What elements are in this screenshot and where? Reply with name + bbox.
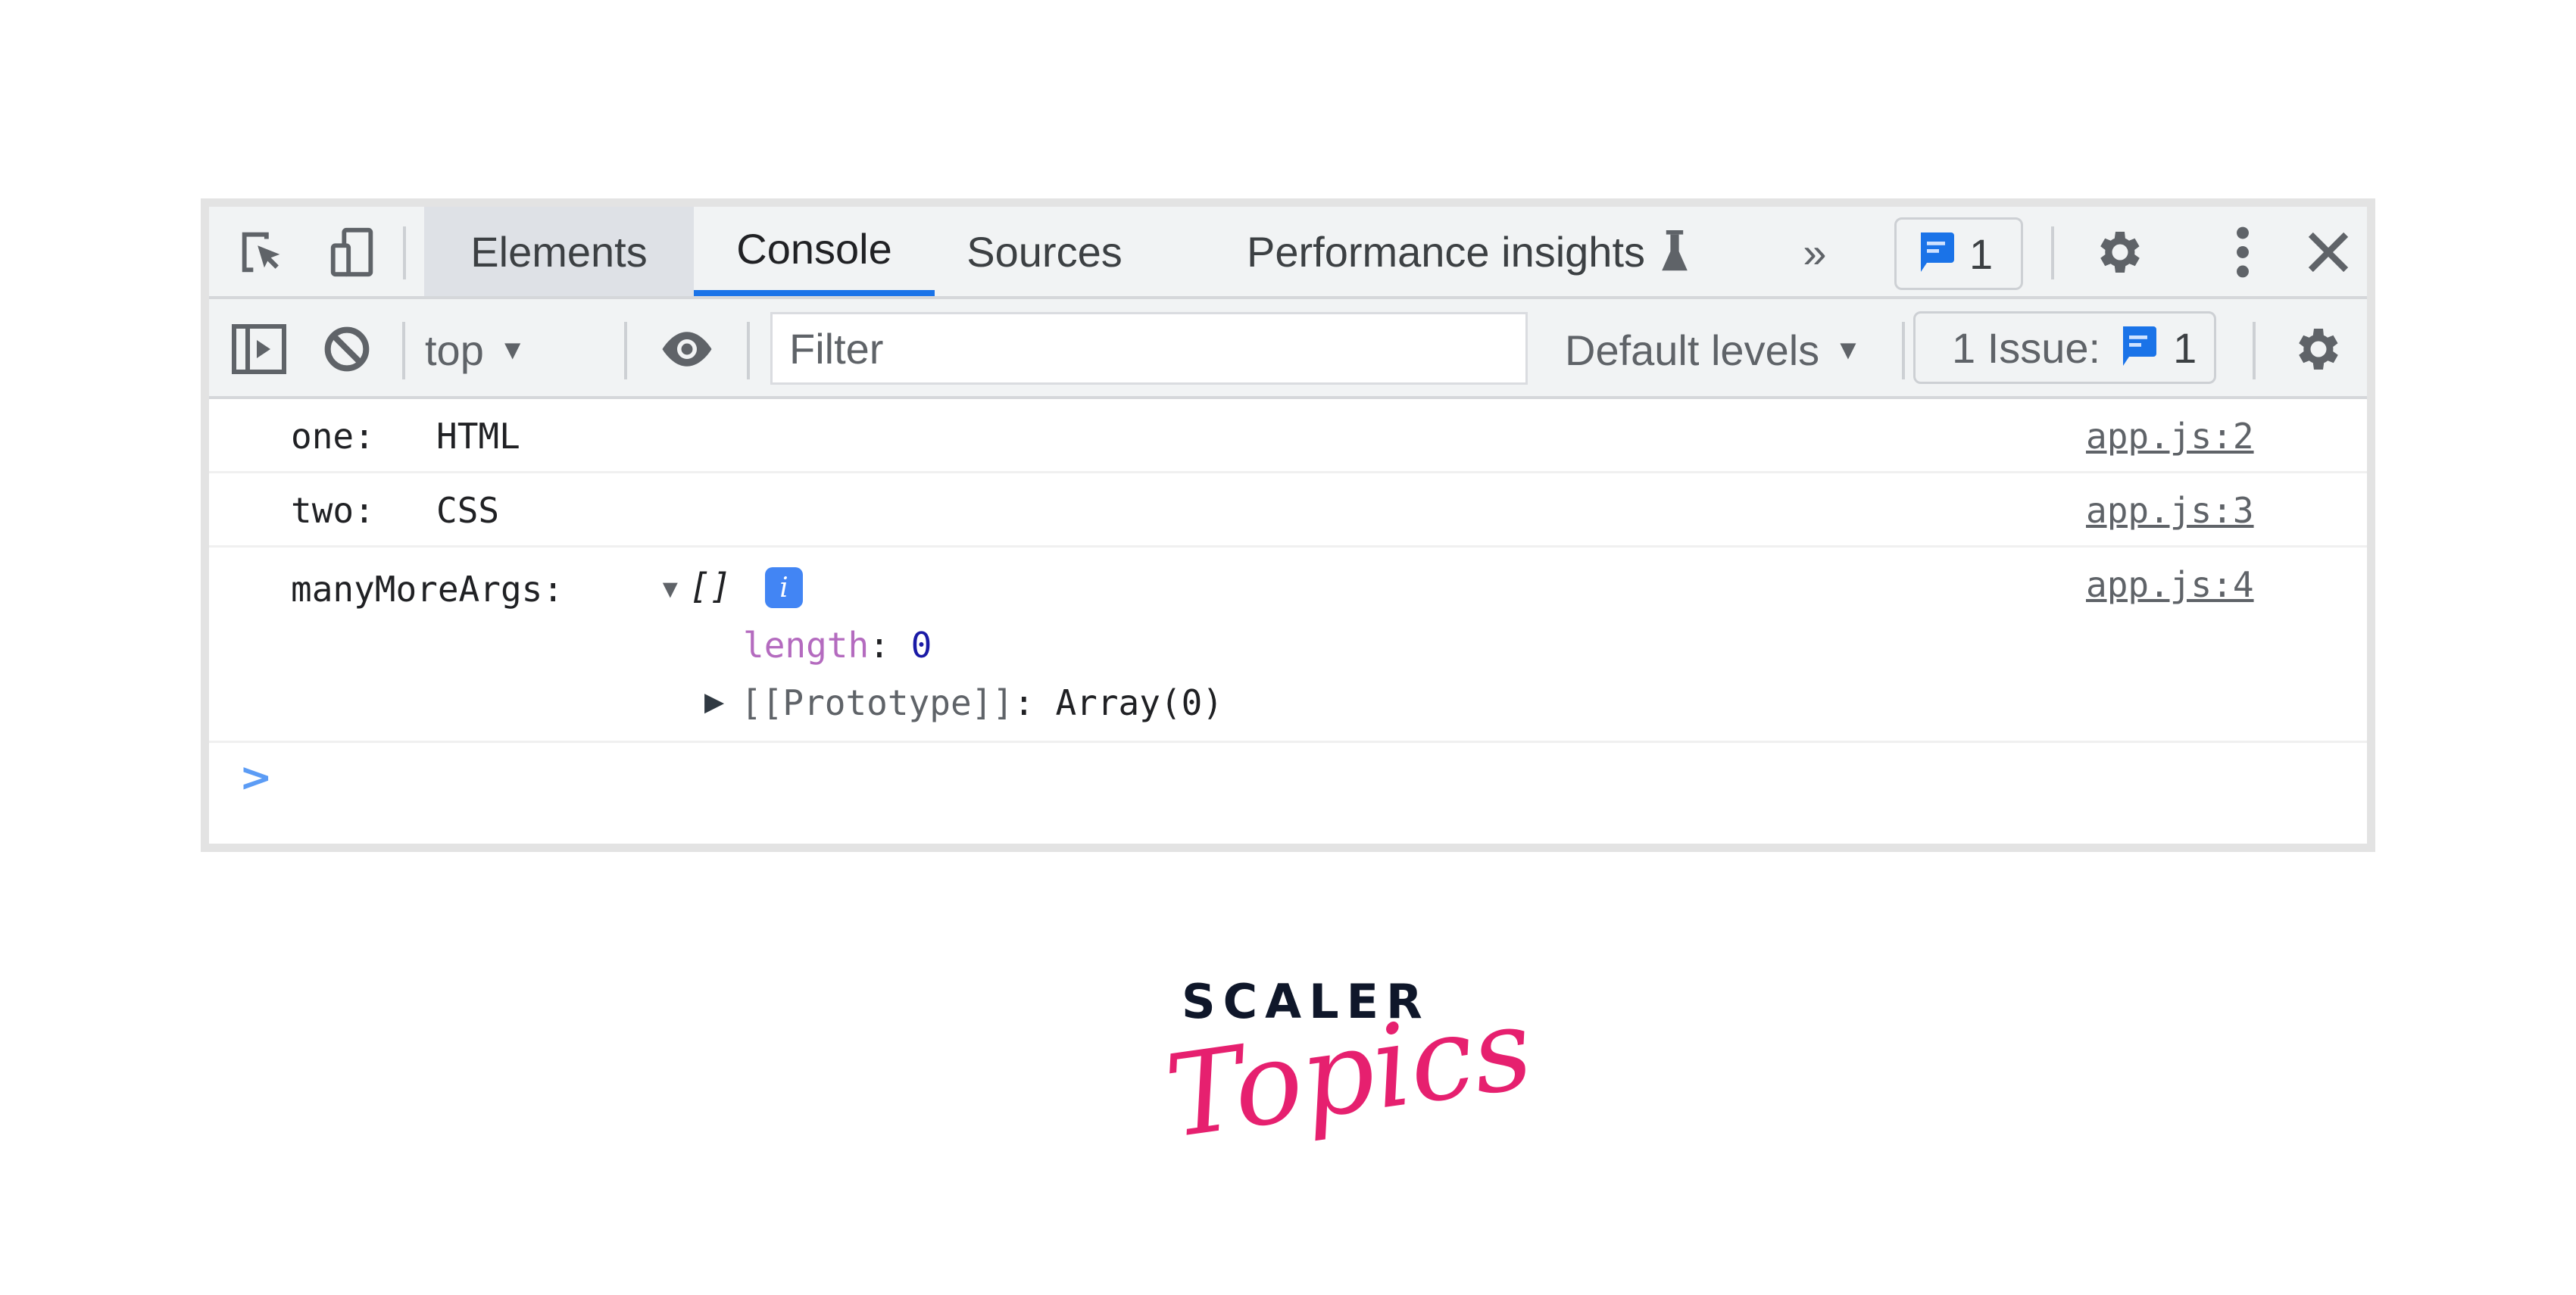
source-link[interactable]: app.js:2 <box>2086 416 2254 457</box>
property-key: length <box>743 625 870 666</box>
filter-placeholder: Filter <box>789 324 884 373</box>
tab-performance-insights[interactable]: Performance insights <box>1247 207 1701 296</box>
prototype-property[interactable]: [[Prototype]]: Array(0) <box>741 682 1223 723</box>
property-value: 0 <box>910 625 932 666</box>
toolbar-divider <box>2051 226 2054 279</box>
filter-input[interactable]: Filter <box>770 312 1528 385</box>
toolbar-divider <box>2253 322 2256 379</box>
source-link[interactable]: app.js:3 <box>2086 490 2254 531</box>
console-message: one: HTML app.js:2 <box>209 399 2367 473</box>
console-settings-gear-icon[interactable] <box>2286 319 2347 379</box>
kebab-menu-icon[interactable] <box>2224 223 2262 281</box>
tab-console[interactable]: Console <box>694 207 935 296</box>
console-prompt[interactable]: > <box>209 743 2367 844</box>
length-property: length: 0 <box>743 625 932 666</box>
devtools-main-toolbar: Elements Console Sources Performance ins… <box>209 207 2367 299</box>
property-separator: : <box>869 625 890 666</box>
issues-button[interactable]: 1 Issue: 1 <box>1913 311 2216 384</box>
prompt-chevron-icon: > <box>239 755 273 800</box>
log-levels-dropdown[interactable]: Default levels ▼ <box>1565 317 1862 382</box>
close-icon[interactable] <box>2298 223 2359 281</box>
eye-icon[interactable] <box>653 319 721 379</box>
message-icon <box>1921 232 1954 272</box>
dropdown-arrow-icon: ▼ <box>1834 334 1862 365</box>
expand-triangle-icon[interactable]: ▼ <box>657 575 683 604</box>
property-separator: : <box>1013 682 1035 723</box>
prototype-key: [[Prototype]] <box>741 682 1014 723</box>
device-toolbar-icon[interactable] <box>323 223 383 281</box>
toolbar-divider <box>1902 322 1905 379</box>
tab-elements[interactable]: Elements <box>424 207 694 296</box>
toolbar-divider <box>403 226 406 279</box>
tab-console-label: Console <box>736 224 892 273</box>
toolbar-divider <box>747 322 750 379</box>
context-label: top <box>425 326 484 374</box>
gear-icon[interactable] <box>2087 223 2148 281</box>
console-messages-button[interactable]: 1 <box>1894 217 2023 290</box>
issues-label: 1 Issue: <box>1952 323 2101 372</box>
tab-sources[interactable]: Sources <box>935 207 1154 296</box>
array-preview[interactable]: [] <box>689 566 731 607</box>
tab-performance-insights-label: Performance insights <box>1247 227 1646 276</box>
tab-elements-label: Elements <box>470 227 648 276</box>
message-icon <box>2123 326 2157 366</box>
message-label: one: <box>291 416 375 457</box>
chevron-double-right-icon[interactable]: » <box>1792 228 1838 276</box>
message-value: HTML <box>436 416 520 457</box>
console-toolbar: top ▼ Filter Default levels ▼ 1 Issue: 1 <box>209 299 2367 399</box>
dropdown-arrow-icon: ▼ <box>498 334 526 365</box>
inspect-element-icon[interactable] <box>232 223 292 281</box>
devtools-panel: Elements Console Sources Performance ins… <box>201 198 2375 852</box>
prototype-value: Array(0) <box>1055 682 1223 723</box>
clear-console-icon[interactable] <box>317 319 377 379</box>
context-selector[interactable]: top ▼ <box>425 317 526 382</box>
more-tabs-label: » <box>1803 228 1827 276</box>
tab-sources-label: Sources <box>966 227 1123 276</box>
console-message: two: CSS app.js:3 <box>209 473 2367 548</box>
log-levels-label: Default levels <box>1565 326 1820 374</box>
issues-count: 1 <box>2173 323 2197 372</box>
console-message: manyMoreArgs: ▼ [] i app.js:4 length: 0 … <box>209 548 2367 743</box>
message-label: two: <box>291 490 375 531</box>
source-link[interactable]: app.js:4 <box>2086 564 2254 605</box>
messages-count: 1 <box>1969 229 1994 278</box>
toolbar-divider <box>624 322 627 379</box>
sidebar-toggle-icon[interactable] <box>229 319 289 379</box>
toolbar-divider <box>402 322 405 379</box>
flask-icon <box>1662 230 1688 273</box>
message-label: manyMoreArgs: <box>291 569 564 610</box>
info-icon[interactable]: i <box>765 567 803 608</box>
collapse-triangle-icon[interactable]: ▶ <box>704 687 724 717</box>
message-value: CSS <box>436 490 500 531</box>
